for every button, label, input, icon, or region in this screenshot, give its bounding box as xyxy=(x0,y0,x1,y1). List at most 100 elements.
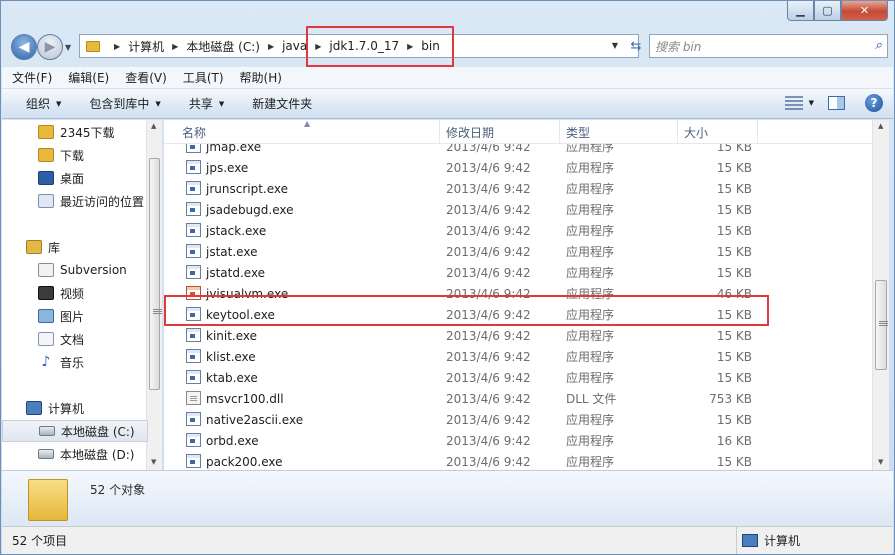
navigation-pane[interactable]: ▲ ▼ 2345下载 下载 桌面 最近访问的位置库 Subversion 视频 图片 文档 ♪ 音… xyxy=(2,120,163,470)
nav-item[interactable]: 视频 xyxy=(2,282,148,304)
forward-button[interactable]: ▶ xyxy=(37,34,63,60)
file-row[interactable]: jrunscript.exe 2013/4/6 9:42 应用程序 15 KB xyxy=(164,178,872,199)
breadcrumb-separator-icon[interactable]: ▶ xyxy=(407,42,413,51)
maximize-button[interactable]: ▢ xyxy=(814,1,841,21)
nav-item[interactable]: 桌面 xyxy=(2,167,148,189)
file-row[interactable]: jvisualvm.exe 2013/4/6 9:42 应用程序 46 KB xyxy=(164,283,872,304)
file-row[interactable]: jps.exe 2013/4/6 9:42 应用程序 15 KB xyxy=(164,157,872,178)
file-size: 15 KB xyxy=(716,454,752,469)
nav-scrollbar-thumb[interactable] xyxy=(149,158,162,390)
organize-button[interactable]: 组织 ▼ xyxy=(26,95,61,112)
breadcrumb-bin[interactable]: bin xyxy=(421,39,440,53)
breadcrumb-jdk[interactable]: jdk1.7.0_17 ▶ xyxy=(329,39,421,53)
file-row[interactable]: klist.exe 2013/4/6 9:42 应用程序 15 KB xyxy=(164,346,872,367)
breadcrumb-computer[interactable]: 计算机 ▶ xyxy=(128,38,186,55)
breadcrumb-separator-icon[interactable]: ▶ xyxy=(315,42,321,51)
file-type: 应用程序 xyxy=(566,161,615,175)
file-row[interactable]: kinit.exe 2013/4/6 9:42 应用程序 15 KB xyxy=(164,325,872,346)
column-date[interactable]: 修改日期 xyxy=(440,120,560,144)
file-name: native2ascii.exe xyxy=(206,412,304,427)
share-button[interactable]: 共享 ▼ xyxy=(189,95,224,112)
file-list-scrollbar[interactable]: ▲ ▼ xyxy=(872,120,889,470)
nav-scrollbar[interactable]: ▲ ▼ xyxy=(146,120,162,470)
nav-item[interactable]: 最近访问的位置 xyxy=(2,190,148,212)
recent-pages-dropdown[interactable]: ▼ xyxy=(65,43,71,52)
nav-item[interactable]: 本地磁盘 (D:) xyxy=(2,443,148,465)
file-row[interactable]: jstat.exe 2013/4/6 9:42 应用程序 15 KB xyxy=(164,241,872,262)
column-type[interactable]: 类型 xyxy=(560,120,678,144)
exe-file-icon xyxy=(186,307,201,321)
file-size: 15 KB xyxy=(716,181,752,196)
file-size: 15 KB xyxy=(716,307,752,322)
nav-item[interactable]: 计算机 xyxy=(2,397,148,419)
recent-places-icon xyxy=(38,194,54,208)
exe-file-icon xyxy=(186,265,201,279)
scroll-up-icon[interactable]: ▲ xyxy=(878,122,883,130)
address-dropdown-icon[interactable]: ▼ xyxy=(612,41,618,50)
address-bar[interactable]: ▶ 计算机 ▶ 本地磁盘 (C:) ▶ java ▶ jdk1.7.0_17 ▶ bin… xyxy=(79,34,639,58)
music-icon: ♪ xyxy=(41,354,51,370)
file-name: msvcr100.dll xyxy=(206,391,284,406)
file-row[interactable]: native2ascii.exe 2013/4/6 9:42 应用程序 15 KB xyxy=(164,409,872,430)
file-row[interactable]: jstatd.exe 2013/4/6 9:42 应用程序 15 KB xyxy=(164,262,872,283)
nav-item[interactable]: 下载 xyxy=(2,144,148,166)
file-list-scrollbar-thumb[interactable] xyxy=(875,280,888,370)
nav-item[interactable]: 库 xyxy=(2,236,148,258)
help-icon[interactable]: ? xyxy=(865,94,883,112)
status-location: 计算机 xyxy=(764,534,801,548)
file-date: 2013/4/6 9:42 xyxy=(446,454,531,469)
menu-tools[interactable]: 工具(T) xyxy=(183,69,224,86)
view-options-icon[interactable] xyxy=(784,96,803,110)
nav-item[interactable]: 文档 xyxy=(2,328,148,350)
file-name: kinit.exe xyxy=(206,328,258,343)
scroll-down-icon[interactable]: ▼ xyxy=(151,458,156,466)
file-row[interactable]: orbd.exe 2013/4/6 9:42 应用程序 16 KB xyxy=(164,430,872,451)
file-name: klist.exe xyxy=(206,349,256,364)
nav-item[interactable]: ♪ 音乐 xyxy=(2,351,148,373)
breadcrumb-separator-icon[interactable]: ▶ xyxy=(268,42,274,51)
status-item-count: 52 个项目 xyxy=(12,534,68,548)
file-row[interactable]: pack200.exe 2013/4/6 9:42 应用程序 15 KB xyxy=(164,451,872,470)
exe-file-icon xyxy=(186,181,201,195)
file-row[interactable]: jsadebugd.exe 2013/4/6 9:42 应用程序 15 KB xyxy=(164,199,872,220)
file-row[interactable]: keytool.exe 2013/4/6 9:42 应用程序 15 KB xyxy=(164,304,872,325)
minimize-button[interactable]: ▁ xyxy=(787,1,814,21)
file-type: 应用程序 xyxy=(566,371,615,385)
file-row[interactable]: msvcr100.dll 2013/4/6 9:42 DLL 文件 753 KB xyxy=(164,388,872,409)
file-type: 应用程序 xyxy=(566,329,615,343)
menu-view[interactable]: 查看(V) xyxy=(125,69,167,86)
breadcrumb-separator-icon[interactable]: ▶ xyxy=(114,42,120,51)
nav-item[interactable]: Subversion xyxy=(2,259,148,281)
file-row[interactable]: ktab.exe 2013/4/6 9:42 应用程序 15 KB xyxy=(164,367,872,388)
view-dropdown-icon[interactable]: ▼ xyxy=(809,99,814,107)
scroll-down-icon[interactable]: ▼ xyxy=(878,458,883,466)
preview-pane-icon[interactable] xyxy=(828,96,845,110)
breadcrumb-java[interactable]: java ▶ xyxy=(282,39,329,53)
file-row[interactable]: jstack.exe 2013/4/6 9:42 应用程序 15 KB xyxy=(164,220,872,241)
close-button[interactable]: ✕ xyxy=(841,1,888,21)
search-input[interactable]: 搜索 bin ⌕ xyxy=(649,34,888,58)
refresh-button[interactable]: ⇆ xyxy=(625,35,647,57)
scroll-up-icon[interactable]: ▲ xyxy=(151,122,156,130)
computer-icon xyxy=(742,534,758,547)
breadcrumb-separator-icon[interactable]: ▶ xyxy=(172,42,178,51)
menu-file[interactable]: 文件(F) xyxy=(12,69,52,86)
file-name: keytool.exe xyxy=(206,307,275,322)
exe-file-icon xyxy=(186,412,201,426)
breadcrumb-drive-c[interactable]: 本地磁盘 (C:) ▶ xyxy=(186,38,282,55)
file-size: 15 KB xyxy=(716,223,752,238)
menu-edit[interactable]: 编辑(E) xyxy=(68,69,109,86)
nav-item[interactable]: 本地磁盘 (C:) xyxy=(2,420,148,442)
new-folder-button[interactable]: 新建文件夹 xyxy=(252,95,312,112)
file-list[interactable]: pack200.exe 2013/4/6 9:42 应用程序 15 KB orbd.ex… xyxy=(164,120,872,470)
column-size[interactable]: 大小 xyxy=(678,120,758,144)
include-in-library-button[interactable]: 包含到库中 ▼ xyxy=(89,95,160,112)
file-date: 2013/4/6 9:42 xyxy=(446,433,531,448)
file-date: 2013/4/6 9:42 xyxy=(446,265,531,280)
back-button[interactable]: ◀ xyxy=(11,34,37,60)
nav-item[interactable]: 图片 xyxy=(2,305,148,327)
menu-help[interactable]: 帮助(H) xyxy=(240,69,282,86)
search-icon[interactable]: ⌕ xyxy=(875,38,882,53)
nav-item[interactable]: 2345下载 xyxy=(2,121,148,143)
column-name[interactable]: 名称 xyxy=(176,120,440,144)
